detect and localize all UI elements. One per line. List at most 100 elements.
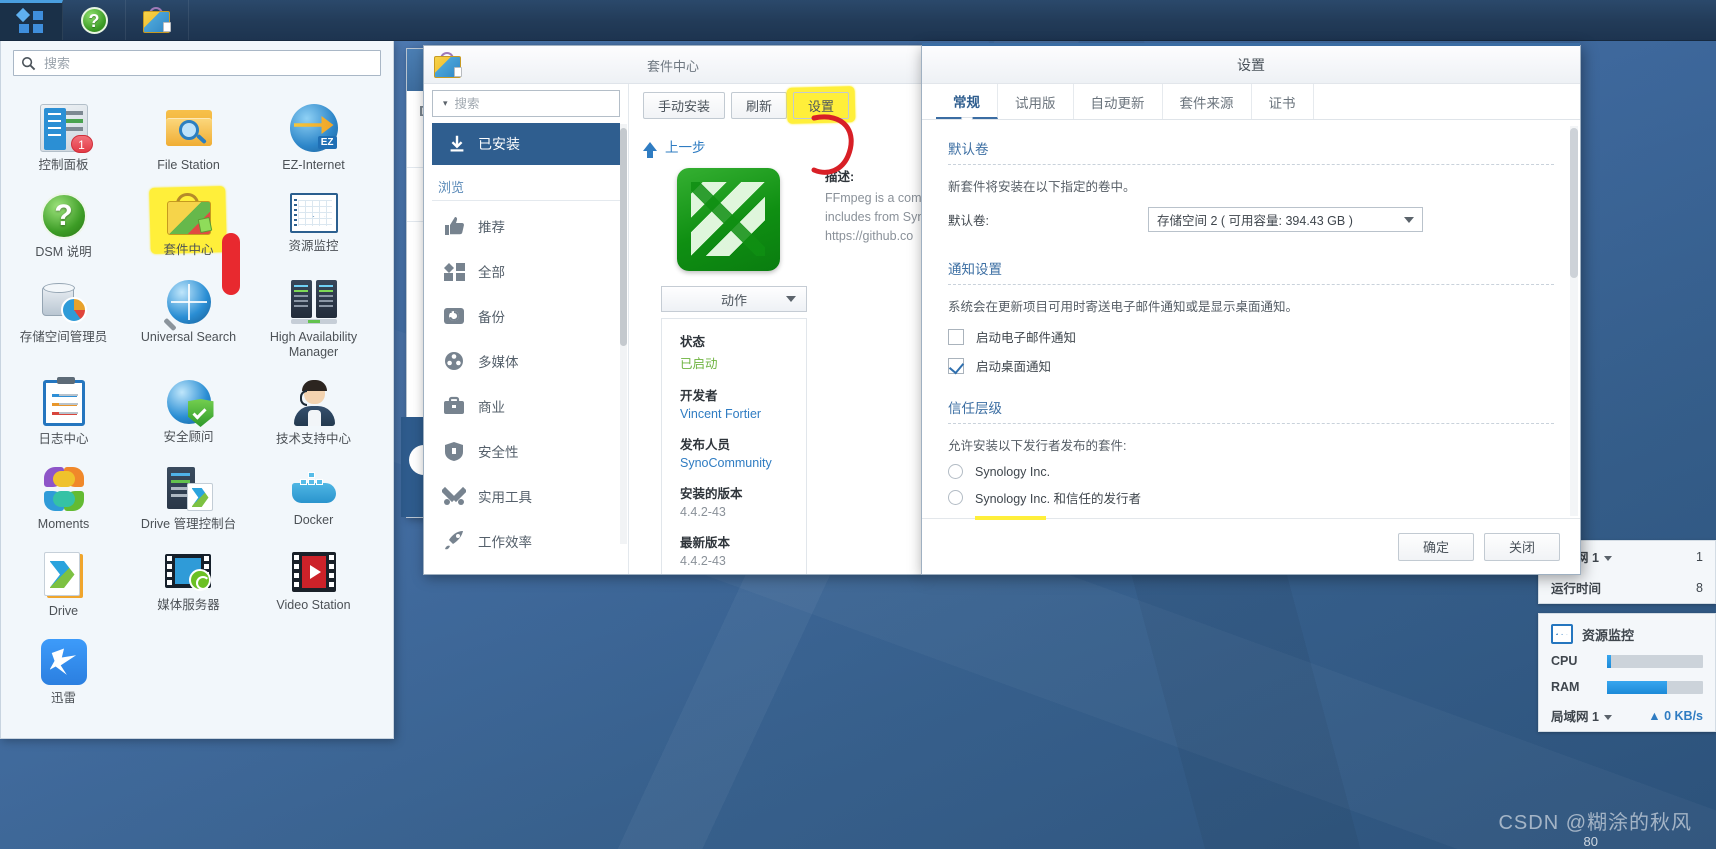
sidebar-item-all[interactable]: 全部 — [424, 248, 628, 293]
sidebar-item-business[interactable]: 商业 — [424, 383, 628, 428]
dialog-accent-bar — [922, 43, 1580, 46]
video-station-icon — [291, 552, 336, 592]
email-notification-checkbox-row[interactable]: 启动电子邮件通知 — [948, 327, 1554, 346]
app-media-server[interactable]: 媒体服务器 — [126, 538, 251, 625]
app-security-advisor[interactable]: 安全顾问 — [126, 366, 251, 453]
info-value-latest-version: 4.4.2-43 — [680, 554, 726, 568]
package-search[interactable]: ▾ — [432, 90, 620, 117]
app-video-station[interactable]: Video Station — [251, 538, 376, 625]
default-volume-select[interactable]: 存储空间 2 ( 可用容量: 394.43 GB ) — [1148, 207, 1423, 232]
multimedia-icon — [442, 350, 468, 372]
app-grid: 1 控制面板 File Station EZ EZ-Internet ? DSM… — [1, 90, 393, 712]
taskbar-package-center-button[interactable] — [126, 0, 189, 40]
app-label: File Station — [157, 158, 220, 172]
net-row[interactable]: 局域网 1 ▲ 0 KB/s — [1539, 700, 1715, 731]
app-label: Moments — [37, 517, 90, 531]
main-menu-search[interactable] — [13, 50, 381, 76]
package-center-titlebar: 套件中心 — [424, 46, 922, 84]
scrollbar-thumb[interactable] — [620, 128, 627, 346]
resource-monitor-widget-title: 资源监控 — [1539, 614, 1715, 648]
package-search-input[interactable] — [452, 95, 618, 112]
sidebar-item-label: 已安装 — [478, 136, 520, 152]
chevron-down-icon: ▾ — [443, 98, 448, 108]
trust-option-label: Synology Inc. 和信任的发行者 — [975, 492, 1142, 506]
app-storage-manager[interactable]: 存储空间管理员 — [1, 266, 126, 366]
shopping-bag-icon — [142, 6, 172, 34]
app-file-station[interactable]: File Station — [126, 90, 251, 179]
info-key: 安装的版本 — [680, 487, 743, 501]
radio-unselected-icon[interactable] — [948, 464, 963, 479]
high-availability-icon — [290, 280, 338, 324]
app-log-center[interactable]: 日志中心 — [1, 366, 126, 453]
tab-beta[interactable]: 试用版 — [998, 84, 1074, 119]
app-control-panel[interactable]: 1 控制面板 — [1, 90, 126, 179]
drive-admin-console-icon — [165, 467, 213, 511]
sidebar-section-browse: 浏览 — [438, 180, 465, 195]
taskbar-help-button[interactable]: ? — [63, 0, 126, 40]
chevron-down-icon[interactable] — [1603, 715, 1612, 721]
annotation-red-bar — [222, 233, 240, 295]
app-label: Drive 管理控制台 — [140, 517, 237, 531]
settings-scrollbar[interactable] — [1570, 126, 1578, 516]
resource-monitor-widget[interactable]: 资源监控 CPU RAM 局域网 1 ▲ 0 KB/s — [1538, 613, 1716, 732]
app-label: 媒体服务器 — [157, 598, 220, 612]
sidebar-item-security[interactable]: 安全性 — [424, 428, 628, 473]
rocket-icon — [442, 530, 468, 552]
back-link[interactable]: 上一步 — [643, 136, 706, 158]
app-resource-monitor[interactable]: 资源监控 — [251, 179, 376, 266]
tab-package-sources[interactable]: 套件来源 — [1163, 84, 1252, 119]
tab-auto-update[interactable]: 自动更新 — [1074, 84, 1163, 119]
app-docker[interactable]: Docker — [251, 453, 376, 538]
tab-general[interactable]: 常规 — [936, 84, 998, 119]
checkbox-unchecked-icon[interactable] — [948, 328, 964, 345]
trust-option-synology-and-trusted[interactable]: Synology Inc. 和信任的发行者 — [948, 488, 1554, 507]
ok-button[interactable]: 确定 — [1398, 532, 1474, 561]
app-moments[interactable]: Moments — [1, 453, 126, 538]
divider — [432, 200, 620, 201]
app-drive[interactable]: Drive — [1, 538, 126, 625]
desktop-notification-checkbox-row[interactable]: 启动桌面通知 — [948, 356, 1554, 375]
business-icon — [442, 395, 468, 417]
uptime-label: 运行时间 — [1551, 582, 1602, 596]
sidebar-item-recommended[interactable]: 推荐 — [424, 203, 628, 248]
close-button[interactable]: 关闭 — [1484, 532, 1560, 561]
package-center-icon — [165, 193, 213, 237]
manual-install-button[interactable]: 手动安装 — [643, 92, 726, 119]
scrollbar-thumb[interactable] — [1570, 128, 1578, 278]
app-ez-internet[interactable]: EZ EZ-Internet — [251, 90, 376, 179]
settings-dialog[interactable]: 设置 常规 试用版 自动更新 套件来源 证书 默认卷 新套件将安装在以下指定的卷… — [921, 43, 1581, 575]
chevron-down-icon[interactable] — [1603, 556, 1612, 562]
sidebar-item-backup[interactable]: 备份 — [424, 293, 628, 338]
taskbar-main-menu-button[interactable] — [0, 0, 63, 40]
xunlei-icon — [40, 639, 87, 685]
app-xunlei[interactable]: 迅雷 — [1, 625, 126, 712]
trust-option-synology[interactable]: Synology Inc. — [948, 464, 1554, 479]
checkbox-checked-icon[interactable] — [948, 357, 964, 374]
sidebar-item-utilities[interactable]: 实用工具 — [424, 473, 628, 518]
tab-certificate[interactable]: 证书 — [1252, 84, 1314, 119]
group-title-trust-level: 信任层级 — [948, 401, 1002, 416]
app-drive-admin-console[interactable]: Drive 管理控制台 — [126, 453, 251, 538]
refresh-button[interactable]: 刷新 — [731, 92, 788, 119]
sidebar-scrollbar[interactable] — [620, 124, 627, 544]
info-value-publisher[interactable]: SynoCommunity — [680, 456, 806, 470]
ffmpeg-icon — [677, 168, 780, 271]
storage-manager-icon — [40, 280, 88, 324]
app-high-availability-manager[interactable]: High Availability Manager — [251, 266, 376, 366]
action-button[interactable]: 动作 — [661, 286, 807, 312]
grid-icon — [442, 260, 468, 282]
app-label: 技术支持中心 — [275, 432, 351, 446]
info-value-developer[interactable]: Vincent Fortier — [680, 407, 806, 421]
sidebar-item-productivity[interactable]: 工作效率 — [424, 518, 628, 563]
sidebar-item-developer[interactable]: 开发者工具 — [424, 563, 628, 574]
tools-icon — [440, 485, 468, 507]
search-input[interactable] — [42, 54, 373, 72]
resource-monitor-icon — [1551, 624, 1573, 644]
sidebar-item-label: 安全性 — [478, 444, 519, 460]
app-support-center[interactable]: 技术支持中心 — [251, 366, 376, 453]
sidebar-item-installed[interactable]: 已安装 — [432, 123, 620, 165]
radio-unselected-icon[interactable] — [948, 490, 963, 505]
sidebar-item-multimedia[interactable]: 多媒体 — [424, 338, 628, 383]
app-dsm-help[interactable]: ? DSM 说明 — [1, 179, 126, 266]
package-center-title: 套件中心 — [646, 59, 699, 74]
